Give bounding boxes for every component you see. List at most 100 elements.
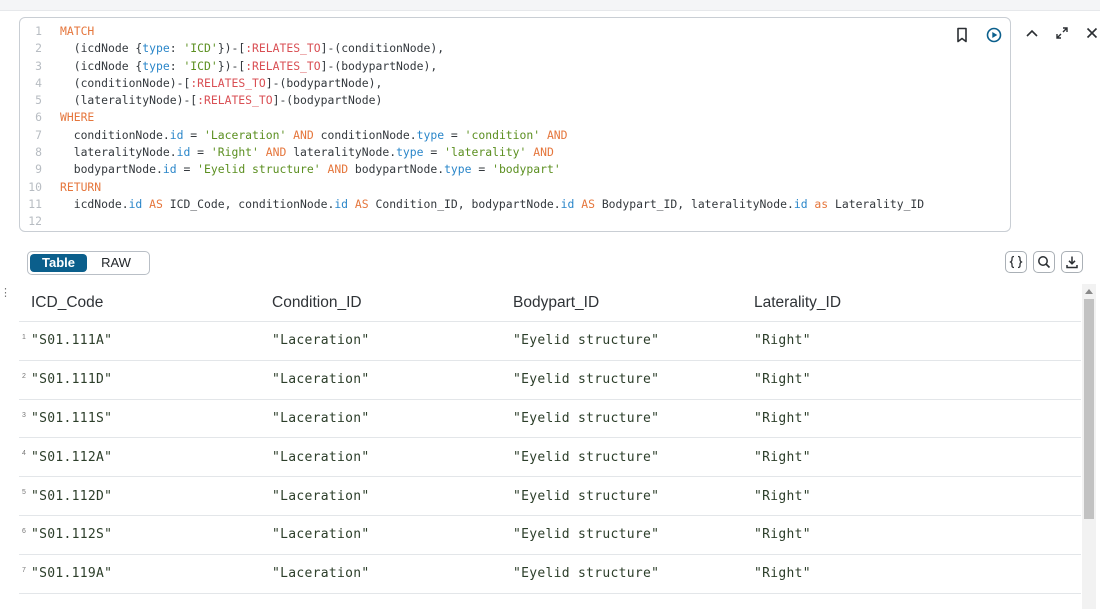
table-cell[interactable]: "S01.111S" — [19, 411, 260, 426]
code-token: AND — [526, 145, 554, 160]
editor-toolbar — [950, 24, 1006, 46]
table-cell[interactable]: "Laceration" — [260, 527, 501, 542]
table-cell[interactable]: "Laceration" — [260, 411, 501, 426]
table-row[interactable]: 1 "S01.111A" "Laceration" "Eyelid structure… — [19, 322, 1081, 361]
row-index: 3 — [22, 411, 26, 419]
code-token: = — [183, 127, 205, 142]
code-line[interactable]: 8 lateralityNode. id = 'Right' AND latera… — [20, 144, 924, 161]
table-cell[interactable]: "S01.119A" — [19, 566, 260, 581]
table-cell[interactable]: "Right" — [742, 450, 983, 465]
json-icon[interactable] — [1005, 251, 1027, 273]
table-cell[interactable]: "Eyelid structure" — [501, 333, 742, 348]
code-token: id — [560, 196, 575, 211]
code-token: RETURN — [60, 179, 102, 194]
table-cell[interactable]: "Eyelid structure" — [501, 411, 742, 426]
query-code[interactable]: 1 MATCH 2 (icdNode {type: 'ICD'})-[:RELATE… — [20, 23, 924, 231]
code-token: (lateralityNode)-[ — [60, 93, 198, 108]
expand-icon[interactable] — [1050, 23, 1074, 43]
run-icon[interactable] — [982, 24, 1006, 46]
resize-handle-icon[interactable]: ⋮ — [0, 286, 11, 299]
line-number: 9 — [35, 162, 42, 177]
code-token: ]-(bodypartNode), — [265, 75, 383, 90]
table-cell[interactable]: "S01.111D" — [19, 372, 260, 387]
table-cell[interactable]: "S01.112D" — [19, 489, 260, 504]
table-cell[interactable]: "Laceration" — [260, 450, 501, 465]
top-strip — [0, 0, 1100, 11]
table-cell[interactable]: "Right" — [742, 372, 983, 387]
table-cell[interactable]: "Eyelid structure" — [501, 566, 742, 581]
table-view-button[interactable]: Table — [30, 254, 87, 272]
column-header[interactable]: Laterality_ID — [742, 294, 983, 312]
line-number: 1 — [35, 24, 42, 38]
code-line[interactable]: 5 (lateralityNode)-[:RELATES_TO]-(bodypa… — [20, 92, 924, 109]
table-cell[interactable]: "Right" — [742, 527, 983, 542]
code-token: id — [176, 145, 191, 160]
table-cell[interactable]: "Eyelid structure" — [501, 489, 742, 504]
search-icon[interactable] — [1033, 251, 1055, 273]
code-token: = — [190, 145, 211, 160]
table-row[interactable]: 4 "S01.112A" "Laceration" "Eyelid structure… — [19, 438, 1081, 478]
code-line[interactable]: 9 bodypartNode. id = 'Eyelid structure' A… — [20, 161, 924, 178]
table-cell[interactable]: "Eyelid structure" — [501, 372, 742, 387]
code-line[interactable]: 10 RETURN — [20, 179, 924, 196]
table-cell[interactable]: "Eyelid structure" — [501, 450, 742, 465]
query-editor[interactable]: 1 MATCH 2 (icdNode {type: 'ICD'})-[:RELATE… — [19, 17, 1011, 232]
code-line[interactable]: 4 (conditionNode)-[:RELATES_TO]-(bodypar… — [20, 75, 924, 92]
bookmark-icon[interactable] — [950, 24, 974, 46]
table-cell[interactable]: "Laceration" — [260, 489, 501, 504]
code-token: icdNode. — [60, 196, 129, 211]
code-token: id — [169, 127, 184, 142]
table-cell[interactable]: "S01.112S" — [19, 527, 260, 542]
scroll-thumb[interactable] — [1084, 299, 1094, 519]
table-cell[interactable]: "Eyelid structure" — [501, 527, 742, 542]
column-header[interactable]: Condition_ID — [260, 294, 501, 312]
line-number: 12 — [28, 214, 42, 229]
line-number: 10 — [28, 179, 42, 194]
table-cell[interactable]: "Right" — [742, 566, 983, 581]
line-number: 3 — [35, 58, 42, 73]
table-row[interactable]: 7 "S01.119A" "Laceration" "Eyelid structure… — [19, 555, 1081, 594]
code-line[interactable]: 3 (icdNode {type: 'ICD'})-[:RELATES_TO]-… — [20, 58, 924, 75]
column-header[interactable]: Bodypart_ID — [501, 294, 742, 312]
code-token: AS — [574, 196, 602, 211]
code-token: (icdNode { — [60, 58, 143, 73]
table-scrollbar[interactable] — [1082, 284, 1096, 609]
table-cell[interactable]: "Laceration" — [260, 372, 501, 387]
table-cell[interactable]: "Laceration" — [260, 566, 501, 581]
code-line[interactable]: 1 MATCH — [20, 23, 924, 40]
table-cell[interactable]: "Laceration" — [260, 333, 501, 348]
line-number: 11 — [28, 196, 42, 211]
row-index: 6 — [22, 527, 26, 535]
code-line[interactable]: 2 (icdNode {type: 'ICD'})-[:RELATES_TO]-… — [20, 40, 924, 57]
raw-view-button[interactable]: RAW — [87, 254, 145, 272]
line-number: 4 — [35, 75, 42, 90]
download-icon[interactable] — [1061, 251, 1083, 273]
code-line[interactable]: 11 icdNode. id AS ICD_Code, conditionNode… — [20, 196, 924, 213]
table-cell[interactable]: "Right" — [742, 489, 983, 504]
table-row[interactable]: 2 "S01.111D" "Laceration" "Eyelid structure… — [19, 361, 1081, 400]
code-line[interactable]: 7 conditionNode. id = 'Laceration' AND co… — [20, 127, 924, 144]
code-line[interactable]: 6 WHERE — [20, 109, 924, 126]
table-row[interactable]: 5 "S01.112D" "Laceration" "Eyelid structure… — [19, 477, 1081, 516]
table-row[interactable]: 6 "S01.112S" "Laceration" "Eyelid structure… — [19, 516, 1081, 555]
code-token: AND — [258, 145, 294, 160]
code-token: Bodypart_ID, lateralityNode. — [601, 196, 794, 211]
table-cell[interactable]: "Right" — [742, 333, 983, 348]
code-token: 'condition' — [464, 127, 541, 142]
close-icon[interactable] — [1080, 23, 1100, 43]
scroll-up-icon[interactable] — [1085, 289, 1093, 294]
table-row[interactable]: 3 "S01.111S" "Laceration" "Eyelid structure… — [19, 400, 1081, 439]
code-token: ]-(bodypartNode), — [320, 58, 438, 73]
table-cell[interactable]: "Right" — [742, 411, 983, 426]
code-line[interactable]: 12 — [20, 213, 924, 230]
code-token: AND — [320, 162, 355, 177]
code-token: (icdNode { — [60, 41, 143, 56]
line-number: 5 — [35, 93, 42, 108]
code-token: id — [128, 196, 143, 211]
column-header[interactable]: ICD_Code — [19, 294, 260, 312]
code-token: type — [142, 58, 170, 73]
code-token: WHERE — [60, 110, 95, 125]
table-cell[interactable]: "S01.112A" — [19, 450, 260, 465]
table-cell[interactable]: "S01.111A" — [19, 333, 260, 348]
collapse-icon[interactable] — [1020, 23, 1044, 43]
